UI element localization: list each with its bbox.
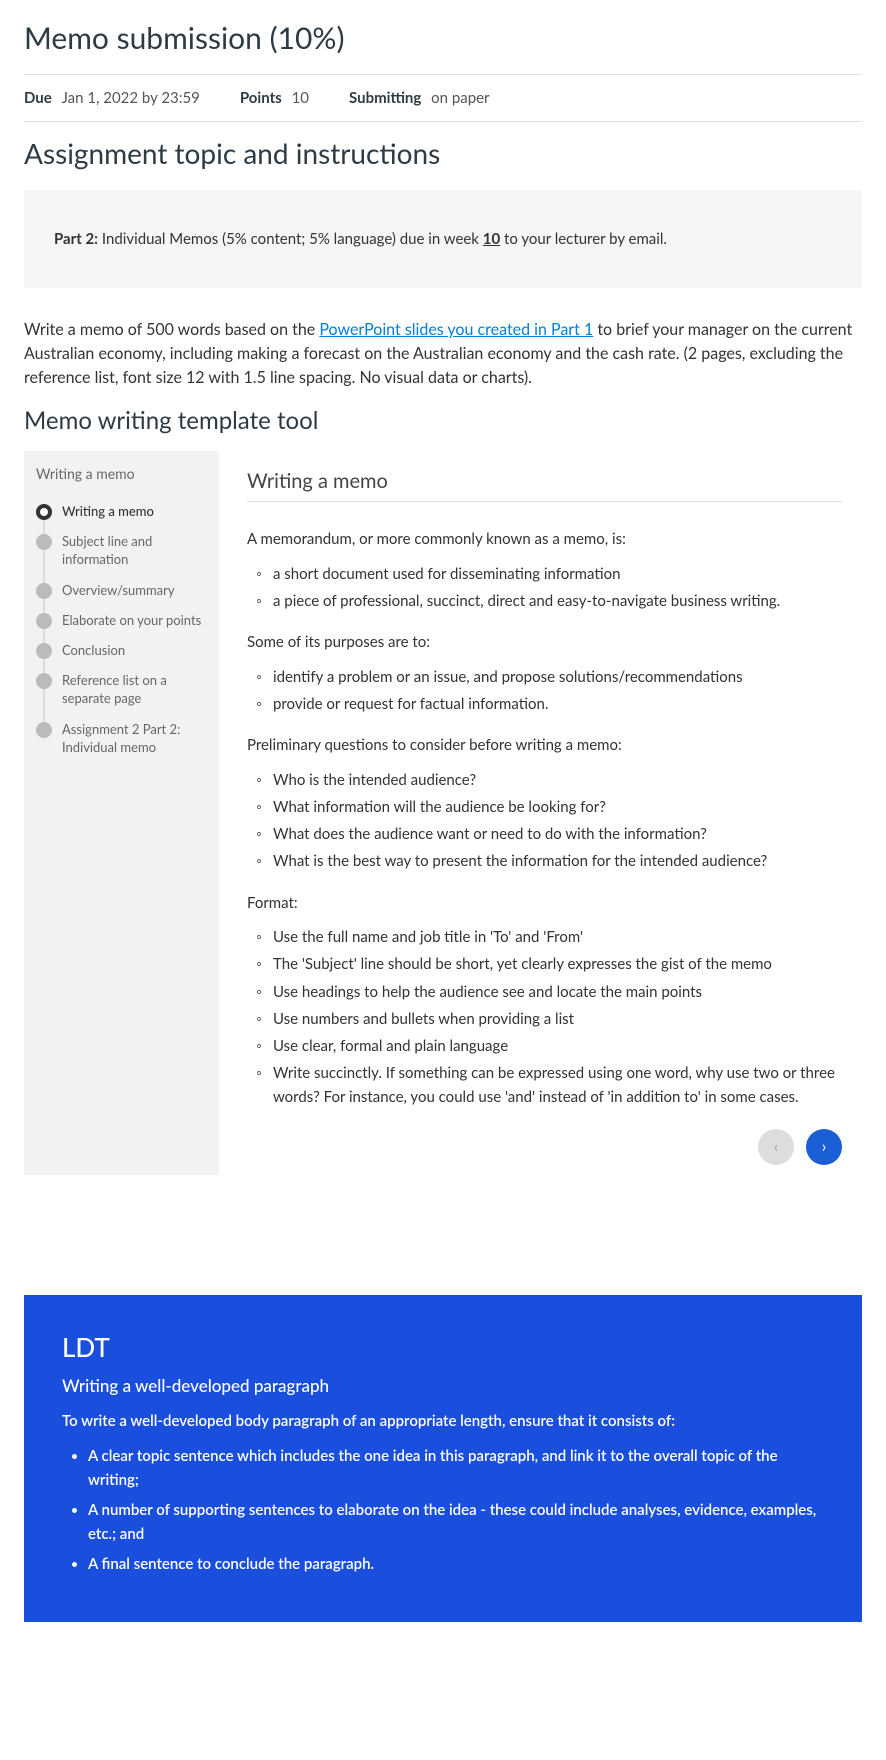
- section-heading: Assignment topic and instructions: [24, 136, 862, 170]
- list-item: Use numbers and bullets when providing a…: [255, 1008, 842, 1031]
- list-item: Use headings to help the audience see an…: [255, 981, 842, 1004]
- pager: ‹ ›: [247, 1129, 842, 1165]
- submitting-label: Submitting: [349, 89, 421, 107]
- tool-heading: Memo writing template tool: [24, 406, 862, 435]
- list-item: a short document used for disseminating …: [255, 563, 842, 586]
- step-marker-icon: [36, 643, 52, 659]
- content-para: Format:: [247, 892, 842, 915]
- submitting-value: on paper: [431, 89, 489, 107]
- tool-nav-item-reference[interactable]: Reference list on a separate page: [36, 665, 207, 713]
- ldt-intro: To write a well-developed body paragraph…: [62, 1410, 824, 1433]
- tool-nav: Writing a memo Writing a memo Subject li…: [24, 451, 219, 1175]
- list-item: Who is the intended audience?: [255, 769, 842, 792]
- due-label: Due: [24, 89, 52, 107]
- list-item: The 'Subject' line should be short, yet …: [255, 953, 842, 976]
- tool-nav-item-assignment[interactable]: Assignment 2 Part 2: Individual memo: [36, 714, 207, 762]
- step-marker-icon: [36, 534, 52, 550]
- tool-nav-item-conclusion[interactable]: Conclusion: [36, 635, 207, 665]
- points-value: 10: [292, 89, 309, 107]
- tool-nav-label: Assignment 2 Part 2: Individual memo: [62, 720, 207, 756]
- list-item: a piece of professional, succinct, direc…: [255, 590, 842, 613]
- content-list: Who is the intended audience? What infor…: [255, 769, 842, 874]
- list-item: A final sentence to conclude the paragra…: [88, 1552, 824, 1576]
- step-marker-icon: [36, 504, 52, 520]
- content-list: identify a problem or an issue, and prop…: [255, 666, 842, 717]
- part-label: Part 2:: [54, 230, 98, 248]
- due-value: Jan 1, 2022 by 23:59: [62, 89, 200, 107]
- submitting-meta: Submitting on paper: [349, 89, 490, 107]
- content-para: Preliminary questions to consider before…: [247, 734, 842, 757]
- chevron-right-icon: ›: [822, 1137, 827, 1156]
- points-label: Points: [240, 89, 282, 107]
- step-marker-icon: [36, 673, 52, 689]
- list-item: What information will the audience be lo…: [255, 796, 842, 819]
- content-list: Use the full name and job title in 'To' …: [255, 926, 842, 1109]
- page-title: Memo submission (10%): [24, 20, 862, 56]
- next-button[interactable]: ›: [806, 1129, 842, 1165]
- info-text-1: Individual Memos (5% content; 5% languag…: [98, 230, 483, 248]
- list-item: A number of supporting sentences to elab…: [88, 1498, 824, 1546]
- points-meta: Points 10: [240, 89, 309, 107]
- list-item: What does the audience want or need to d…: [255, 823, 842, 846]
- tool-nav-item-overview[interactable]: Overview/summary: [36, 575, 207, 605]
- tool-nav-title: Writing a memo: [36, 465, 207, 482]
- memo-tool: Writing a memo Writing a memo Subject li…: [24, 451, 862, 1175]
- step-marker-icon: [36, 583, 52, 599]
- assignment-meta: Due Jan 1, 2022 by 23:59 Points 10 Submi…: [24, 75, 862, 121]
- step-marker-icon: [36, 613, 52, 629]
- tool-content-title: Writing a memo: [247, 469, 842, 502]
- ldt-subtitle: Writing a well-developed paragraph: [62, 1375, 824, 1396]
- list-item: What is the best way to present the info…: [255, 850, 842, 873]
- list-item: provide or request for factual informati…: [255, 693, 842, 716]
- content-para: A memorandum, or more commonly known as …: [247, 528, 842, 551]
- list-item: identify a problem or an issue, and prop…: [255, 666, 842, 689]
- tool-nav-item-writing[interactable]: Writing a memo: [36, 496, 207, 526]
- content-para: Some of its purposes are to:: [247, 631, 842, 654]
- tool-nav-label: Writing a memo: [62, 502, 154, 520]
- tool-nav-label: Conclusion: [62, 641, 125, 659]
- intro-pre: Write a memo of 500 words based on the: [24, 320, 319, 339]
- prev-button[interactable]: ‹: [758, 1129, 794, 1165]
- list-item: Use clear, formal and plain language: [255, 1035, 842, 1058]
- list-item: Write succinctly. If something can be ex…: [255, 1062, 842, 1109]
- divider: [24, 121, 862, 122]
- ldt-list: A clear topic sentence which includes th…: [62, 1444, 824, 1576]
- powerpoint-link[interactable]: PowerPoint slides you created in Part 1: [319, 320, 593, 339]
- chevron-left-icon: ‹: [774, 1137, 779, 1156]
- ldt-title: LDT: [62, 1331, 824, 1363]
- tool-nav-label: Elaborate on your points: [62, 611, 201, 629]
- step-marker-icon: [36, 722, 52, 738]
- week-number: 10: [483, 230, 500, 248]
- tool-content: Writing a memo A memorandum, or more com…: [219, 451, 862, 1175]
- list-item: A clear topic sentence which includes th…: [88, 1444, 824, 1492]
- info-text-2: to your lecturer by email.: [500, 230, 667, 248]
- content-list: a short document used for disseminating …: [255, 563, 842, 614]
- instructions-paragraph: Write a memo of 500 words based on the P…: [24, 318, 862, 390]
- tool-nav-item-elaborate[interactable]: Elaborate on your points: [36, 605, 207, 635]
- tool-nav-label: Reference list on a separate page: [62, 671, 207, 707]
- tool-nav-list: Writing a memo Subject line and informat…: [36, 496, 207, 762]
- ldt-box: LDT Writing a well-developed paragraph T…: [24, 1295, 862, 1623]
- due-meta: Due Jan 1, 2022 by 23:59: [24, 89, 200, 107]
- tool-nav-label: Subject line and information: [62, 532, 207, 568]
- tool-nav-item-subject[interactable]: Subject line and information: [36, 526, 207, 574]
- info-box: Part 2: Individual Memos (5% content; 5%…: [24, 190, 862, 288]
- list-item: Use the full name and job title in 'To' …: [255, 926, 842, 949]
- tool-nav-label: Overview/summary: [62, 581, 175, 599]
